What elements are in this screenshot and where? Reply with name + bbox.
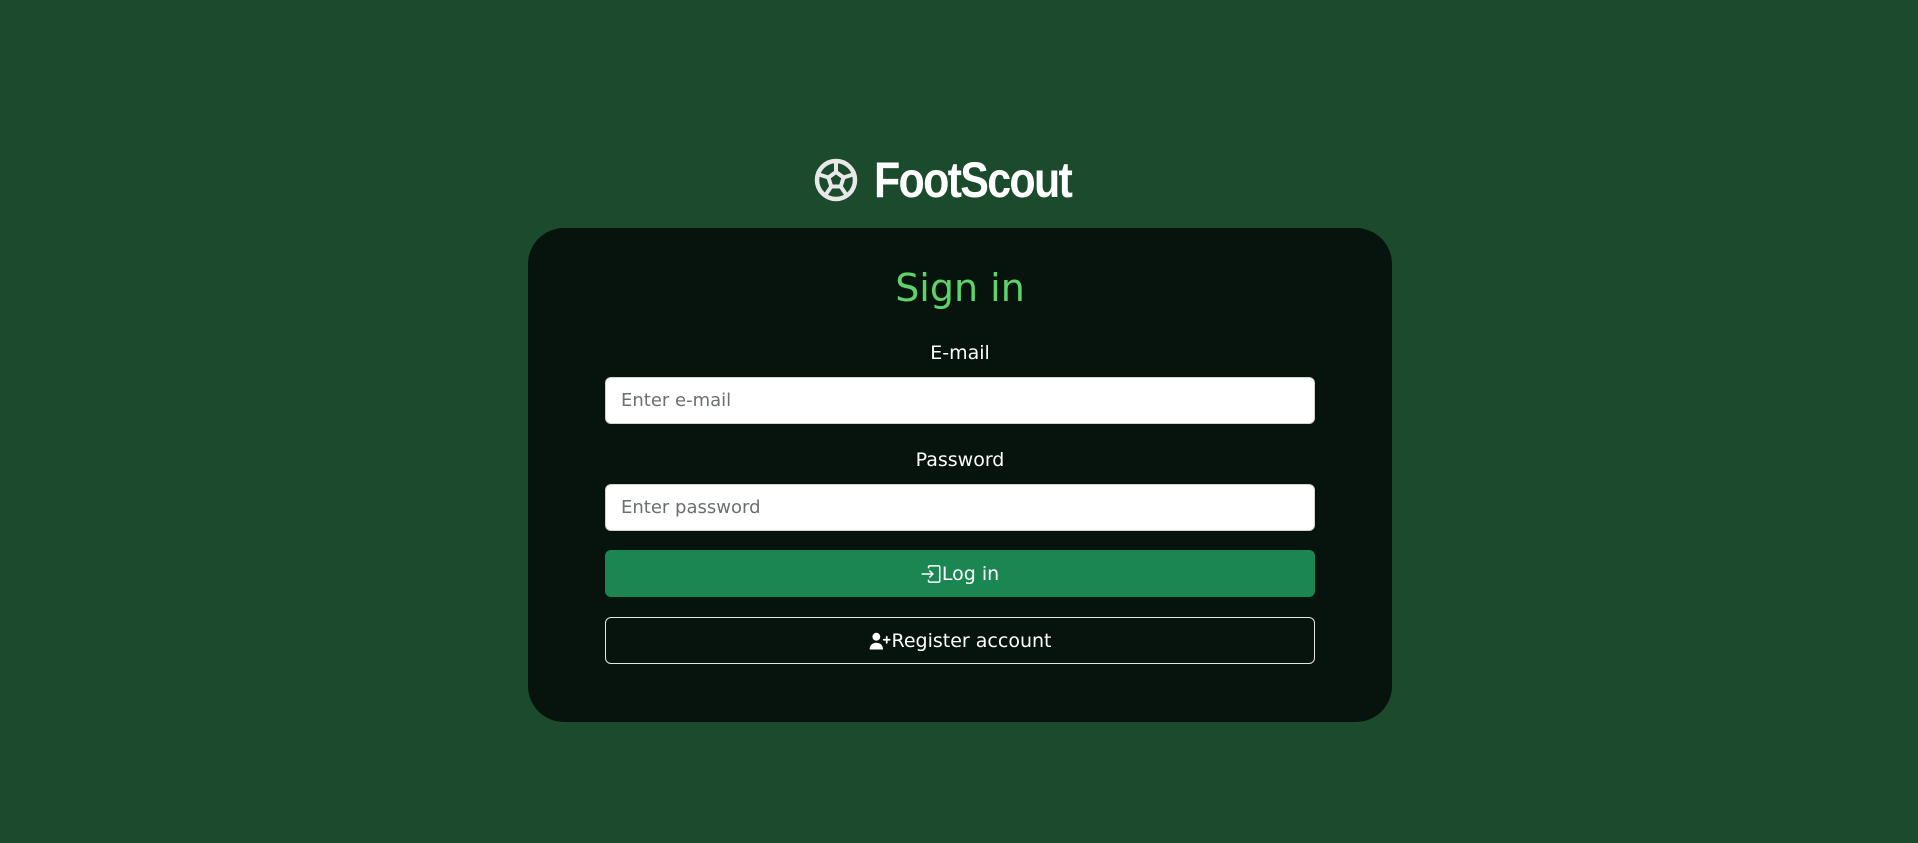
password-field[interactable] (605, 484, 1315, 531)
soccer-ball-icon (815, 158, 858, 202)
person-plus-icon (869, 632, 891, 650)
login-button-label: Log in (941, 562, 1000, 585)
register-account-button[interactable]: Register account (605, 617, 1315, 664)
box-arrow-in-right-icon (921, 564, 941, 583)
login-card: Sign in E-mail Password Log in Register … (528, 228, 1392, 722)
email-field[interactable] (605, 377, 1315, 424)
register-button-label: Register account (891, 629, 1052, 652)
brand-header: FootScout (0, 150, 1918, 210)
email-label: E-mail (930, 342, 990, 364)
login-button[interactable]: Log in (605, 550, 1315, 597)
brand-name: FootScout (874, 152, 1073, 208)
sign-in-title: Sign in (895, 266, 1025, 310)
password-label: Password (915, 449, 1005, 471)
